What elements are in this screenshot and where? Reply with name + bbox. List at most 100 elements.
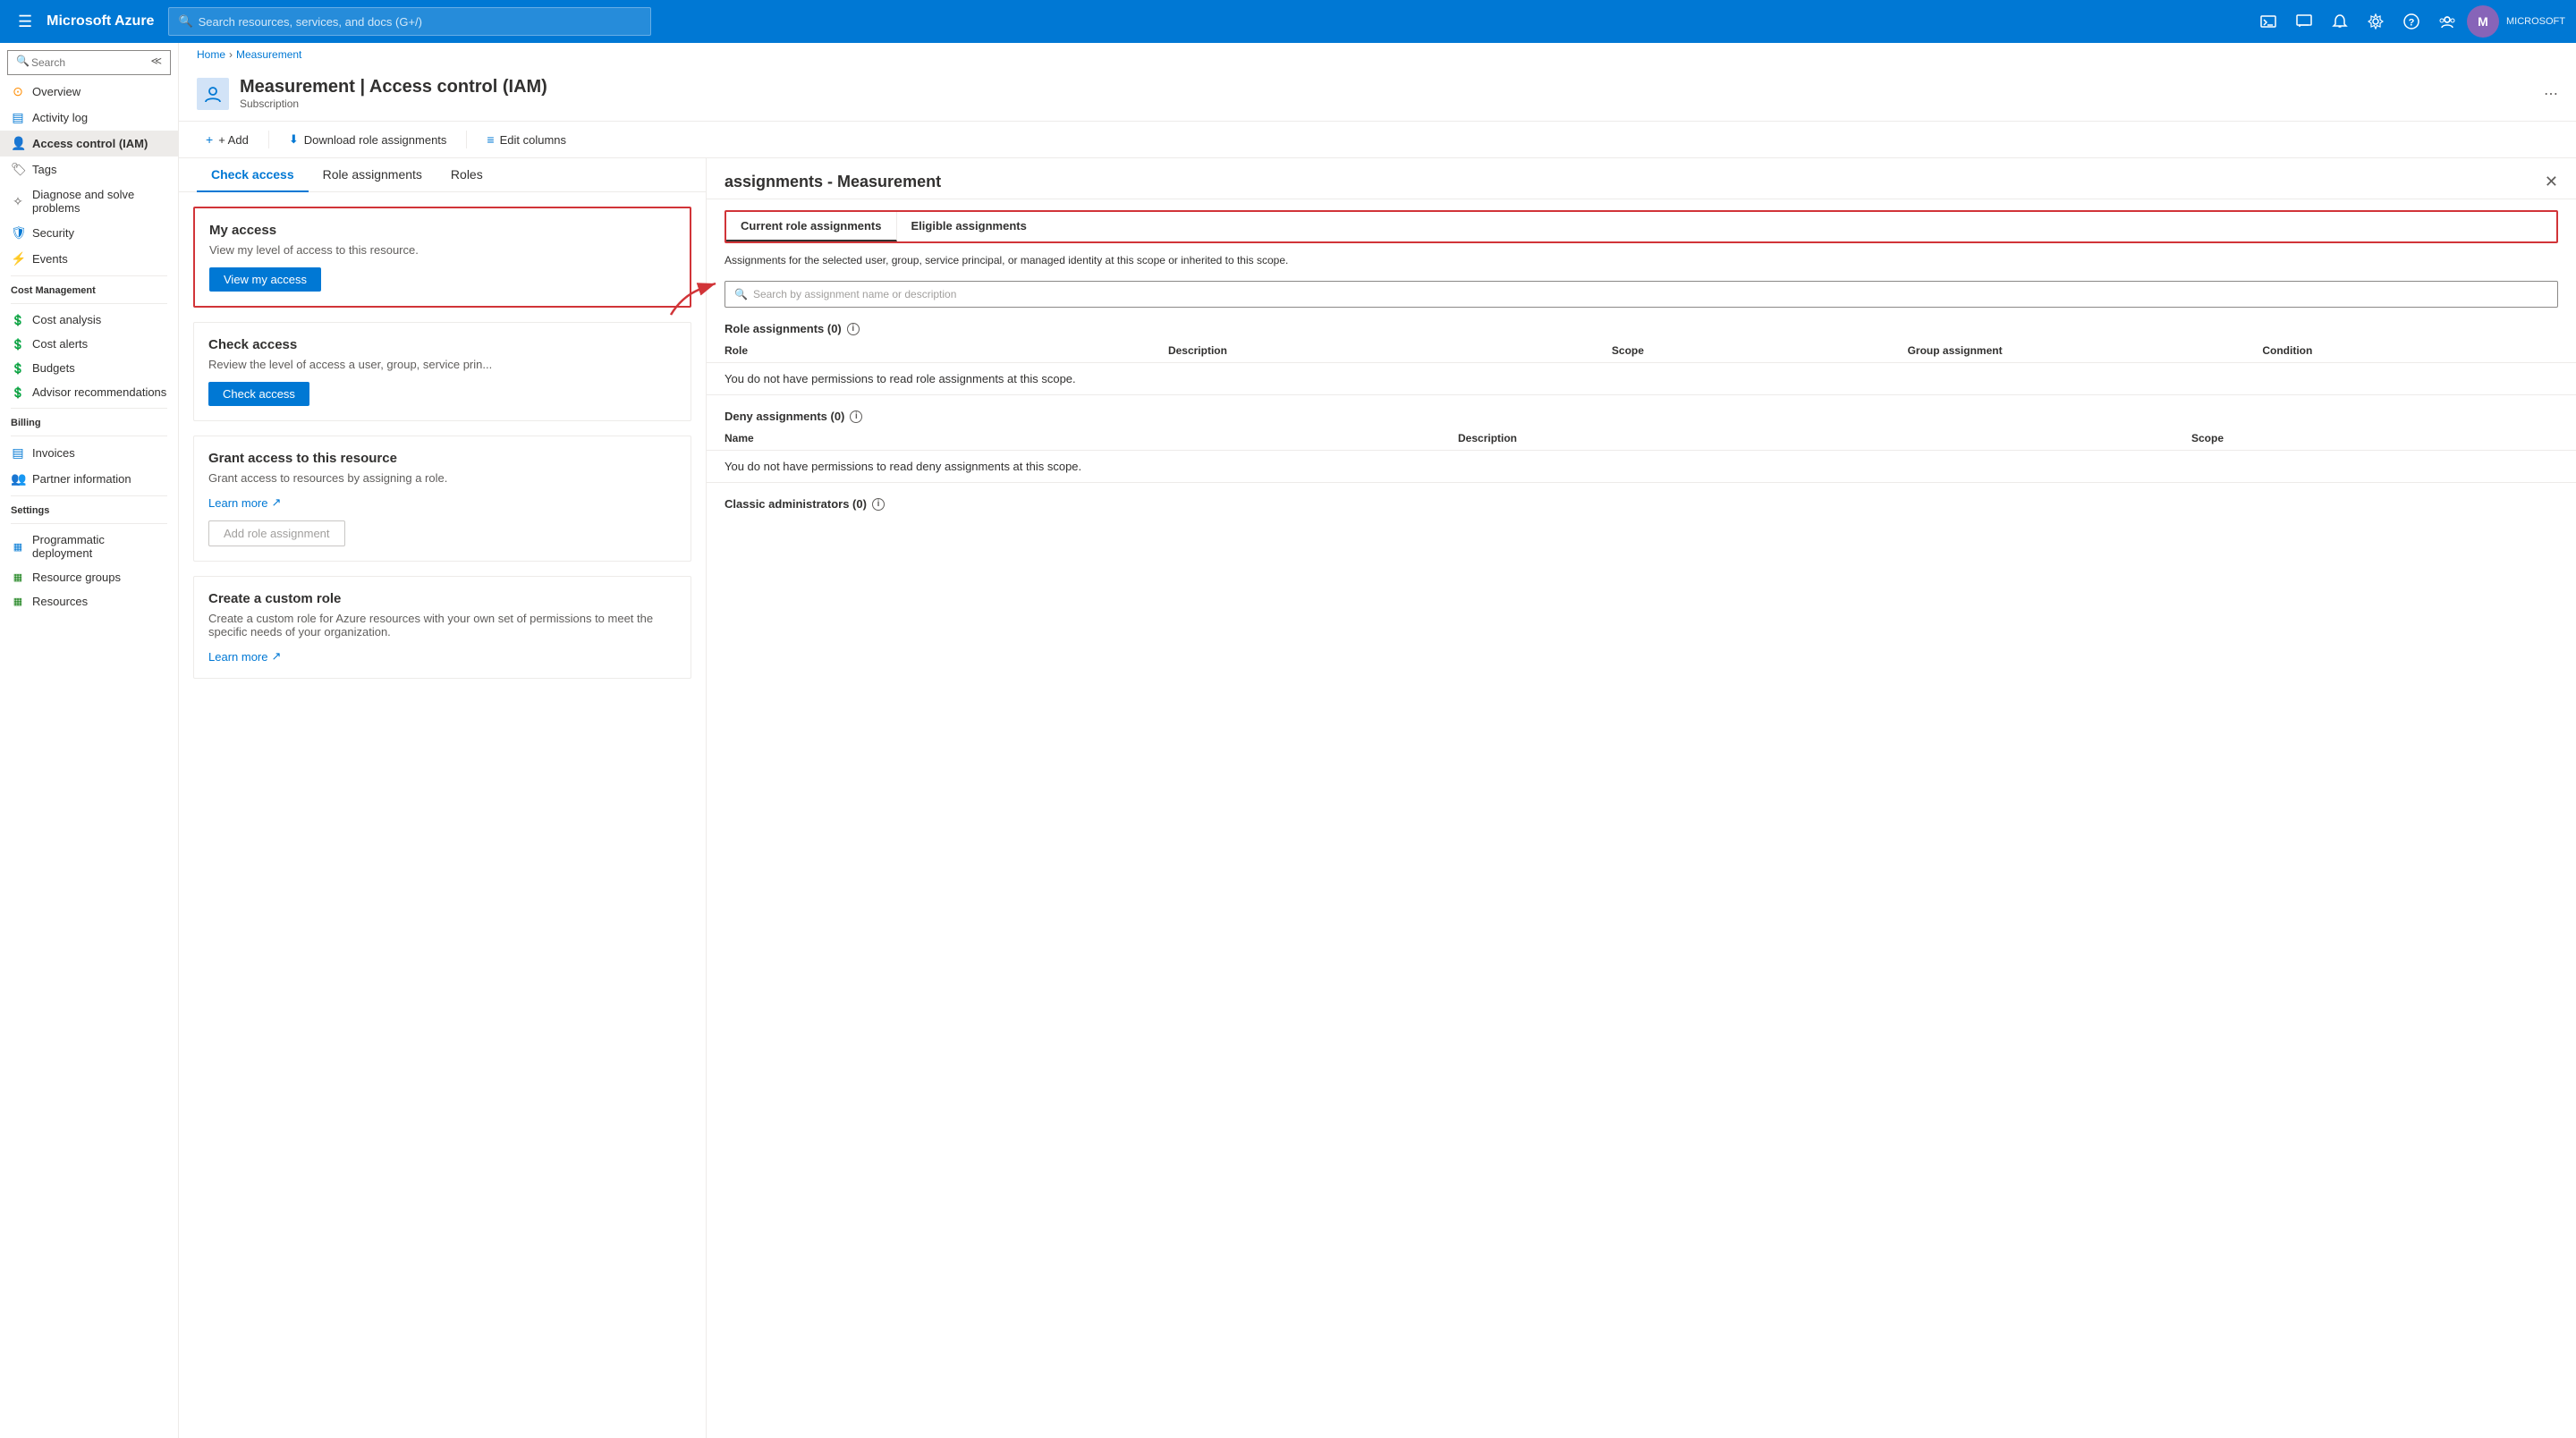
right-panel: assignments - Measurement ✕ Current role… xyxy=(707,158,2576,1438)
check-access-desc: Review the level of access a user, group… xyxy=(208,358,676,371)
download-icon: ⬇ xyxy=(289,132,299,147)
role-assignments-message: You do not have permissions to read role… xyxy=(707,363,2576,395)
page-title: Measurement | Access control (IAM) xyxy=(240,77,547,97)
overview-icon: ⊙ xyxy=(11,84,25,99)
notifications-icon[interactable] xyxy=(2324,5,2356,38)
add-label: + Add xyxy=(218,133,249,147)
help-icon[interactable]: ? xyxy=(2395,5,2428,38)
main-tabs: Check access Role assignments Roles xyxy=(179,158,706,192)
billing-section-label: Billing xyxy=(0,412,178,432)
col-deny-name: Name xyxy=(724,432,1458,444)
my-access-desc: View my level of access to this resource… xyxy=(209,243,675,257)
sidebar-label-programmatic: Programmatic deployment xyxy=(32,533,167,560)
download-label: Download role assignments xyxy=(304,133,447,147)
check-access-button[interactable]: Check access xyxy=(208,382,309,406)
role-assignments-info-icon[interactable]: i xyxy=(847,323,860,335)
check-access-title: Check access xyxy=(208,337,676,352)
sidebar-item-activity-log[interactable]: ▤ Activity log xyxy=(0,105,178,131)
sidebar-search-wrapper: 🔍 ≪ xyxy=(0,43,178,79)
user-avatar[interactable]: M xyxy=(2467,5,2499,38)
sidebar-item-invoices[interactable]: ▤ Invoices xyxy=(0,440,178,466)
custom-role-external-link-icon: ↗ xyxy=(271,649,281,664)
directory-icon[interactable] xyxy=(2431,5,2463,38)
col-condition: Condition xyxy=(2262,344,2558,357)
classic-admins-info-icon[interactable]: i xyxy=(872,498,885,511)
page-header-icon xyxy=(197,78,229,110)
sidebar-item-programmatic[interactable]: ▦ Programmatic deployment xyxy=(0,528,178,565)
breadcrumb-home[interactable]: Home xyxy=(197,48,225,61)
page-header: Measurement | Access control (IAM) Subsc… xyxy=(179,66,2576,122)
sidebar-item-cost-analysis[interactable]: 💲 Cost analysis xyxy=(0,308,178,332)
panel-search-placeholder: Search by assignment name or description xyxy=(753,288,956,300)
tab-check-access[interactable]: Check access xyxy=(197,158,309,192)
app-logo: Microsoft Azure xyxy=(47,13,154,30)
hamburger-menu[interactable]: ☰ xyxy=(11,9,39,35)
classic-admins-header: Classic administrators (0) i xyxy=(707,490,2576,514)
sidebar-label-cost-analysis: Cost analysis xyxy=(32,313,101,326)
sidebar-label-tags: Tags xyxy=(32,163,56,176)
sidebar-item-advisor[interactable]: 💲 Advisor recommendations xyxy=(0,380,178,404)
sidebar-divider-cm xyxy=(11,303,167,304)
left-panel: Check access Role assignments Roles My a… xyxy=(179,158,707,1438)
svg-text:?: ? xyxy=(2409,18,2415,29)
budgets-icon: 💲 xyxy=(11,362,25,375)
deny-assignments-header: Deny assignments (0) i xyxy=(707,402,2576,427)
sidebar-item-events[interactable]: ⚡ Events xyxy=(0,246,178,272)
sidebar-item-cost-alerts[interactable]: 💲 Cost alerts xyxy=(0,332,178,356)
download-button[interactable]: ⬇ Download role assignments xyxy=(280,129,456,150)
diagnose-icon: ✧ xyxy=(11,194,25,209)
add-button[interactable]: + + Add xyxy=(197,129,258,150)
collapse-icon[interactable]: ≪ xyxy=(150,55,162,67)
sidebar-label-partner: Partner information xyxy=(32,472,131,486)
cloud-shell-icon[interactable] xyxy=(2252,5,2284,38)
page-header-text: Measurement | Access control (IAM) Subsc… xyxy=(240,77,547,110)
right-tab-current[interactable]: Current role assignments xyxy=(726,212,897,241)
sidebar: 🔍 ≪ ⊙ Overview ▤ Activity log 👤 Access c… xyxy=(0,43,179,1438)
external-link-icon: ↗ xyxy=(271,495,281,510)
sidebar-divider-s2 xyxy=(11,523,167,524)
global-search-bar[interactable]: 🔍 Search resources, services, and docs (… xyxy=(168,7,651,36)
sidebar-search-input[interactable] xyxy=(7,50,171,75)
add-icon: + xyxy=(206,132,213,147)
sidebar-item-resource-groups[interactable]: ▦ Resource groups xyxy=(0,565,178,589)
toolbar: + + Add ⬇ Download role assignments ≡ Ed… xyxy=(179,122,2576,158)
breadcrumb-measurement[interactable]: Measurement xyxy=(236,48,301,61)
sidebar-item-diagnose[interactable]: ✧ Diagnose and solve problems xyxy=(0,182,178,220)
sidebar-label-resource-groups: Resource groups xyxy=(32,571,121,584)
deny-assignments-info-icon[interactable]: i xyxy=(850,410,862,423)
events-icon: ⚡ xyxy=(11,251,25,266)
programmatic-icon: ▦ xyxy=(11,541,25,553)
content-wrapper: Home › Measurement Measurement | Access … xyxy=(179,43,2576,1438)
more-options-icon[interactable]: ⋯ xyxy=(2544,85,2558,103)
sidebar-label-resources: Resources xyxy=(32,595,88,608)
grant-access-learn-more[interactable]: Learn more ↗ xyxy=(208,495,281,510)
tab-roles[interactable]: Roles xyxy=(436,158,497,192)
panel-search[interactable]: 🔍 Search by assignment name or descripti… xyxy=(724,281,2558,308)
resource-groups-icon: ▦ xyxy=(11,571,25,583)
sidebar-item-resources[interactable]: ▦ Resources xyxy=(0,589,178,613)
close-button[interactable]: ✕ xyxy=(2545,173,2558,191)
custom-role-learn-more[interactable]: Learn more ↗ xyxy=(208,649,281,664)
custom-role-card: Create a custom role Create a custom rol… xyxy=(193,576,691,679)
right-panel-title: assignments - Measurement xyxy=(724,173,941,191)
right-tab-eligible[interactable]: Eligible assignments xyxy=(897,212,1041,241)
invoices-icon: ▤ xyxy=(11,445,25,461)
tab-role-assignments[interactable]: Role assignments xyxy=(309,158,436,192)
add-role-assignment-button: Add role assignment xyxy=(208,520,345,546)
sidebar-item-security[interactable]: 🛡 Security xyxy=(0,220,178,246)
sidebar-item-overview[interactable]: ⊙ Overview xyxy=(0,79,178,105)
sidebar-item-budgets[interactable]: 💲 Budgets xyxy=(0,356,178,380)
security-icon: 🛡 xyxy=(11,225,25,241)
feedback-icon[interactable] xyxy=(2288,5,2320,38)
grant-access-desc: Grant access to resources by assigning a… xyxy=(208,471,676,485)
edit-columns-button[interactable]: ≡ Edit columns xyxy=(478,129,575,150)
sidebar-label-security: Security xyxy=(32,226,74,240)
main-layout: 🔍 ≪ ⊙ Overview ▤ Activity log 👤 Access c… xyxy=(0,43,2576,1438)
nav-icons: ? M MICROSOFT xyxy=(2252,5,2565,38)
settings-icon[interactable] xyxy=(2360,5,2392,38)
sidebar-item-iam[interactable]: 👤 Access control (IAM) xyxy=(0,131,178,156)
view-my-access-button[interactable]: View my access xyxy=(209,267,321,292)
sidebar-item-tags[interactable]: 🏷 Tags xyxy=(0,156,178,182)
sidebar-label-activity-log: Activity log xyxy=(32,111,88,124)
sidebar-item-partner[interactable]: 👥 Partner information xyxy=(0,466,178,492)
